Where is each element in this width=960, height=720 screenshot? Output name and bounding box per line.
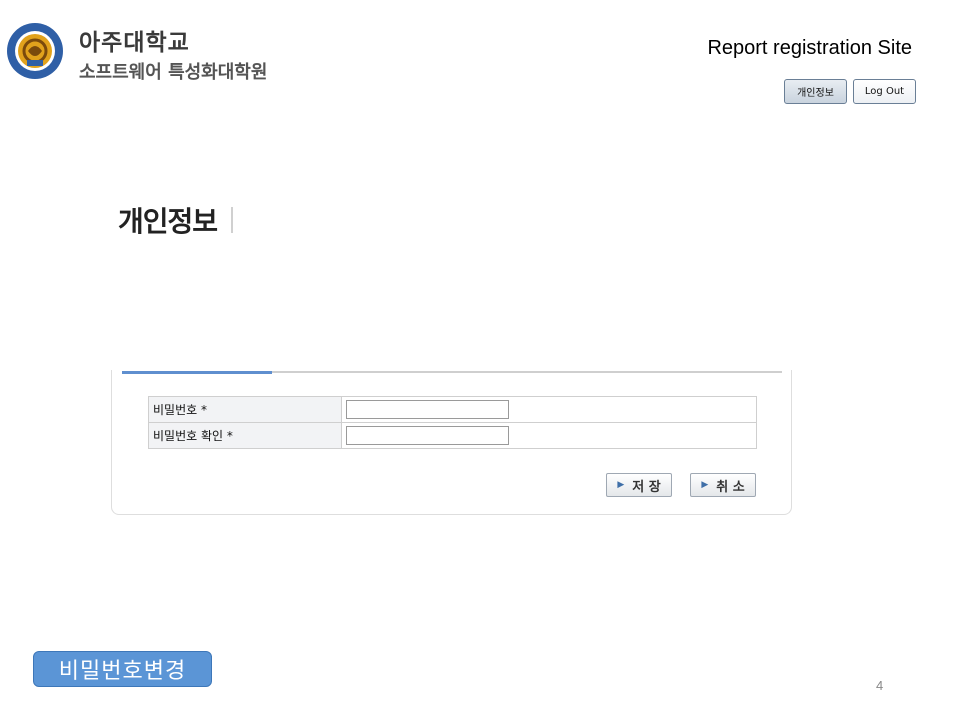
department-name: 소프트웨어 특성화대학원	[79, 62, 268, 83]
password-confirm-label: 비밀번호 확인 *	[148, 422, 342, 449]
page-number: 4	[876, 678, 884, 693]
save-button-label: 저 장	[632, 479, 661, 495]
play-arrow-icon: ▶	[617, 480, 625, 490]
title-divider	[231, 207, 233, 233]
password-confirm-field-cell	[341, 422, 757, 449]
password-input[interactable]	[346, 400, 509, 419]
site-title: Report registration Site	[707, 37, 912, 59]
password-field-cell	[341, 396, 757, 423]
password-form-table: 비밀번호 * 비밀번호 확인 *	[148, 396, 757, 449]
university-name: 아주대학교	[79, 30, 190, 56]
password-label: 비밀번호 *	[148, 396, 342, 423]
page-title: 개인정보	[118, 205, 218, 238]
tab-active-indicator	[122, 371, 272, 374]
profile-button[interactable]: 개인정보	[784, 79, 847, 104]
save-button[interactable]: ▶ 저 장	[606, 473, 672, 497]
table-row: 비밀번호 확인 *	[148, 422, 757, 449]
slide-caption-badge: 비밀번호변경	[33, 651, 212, 687]
cancel-button[interactable]: ▶ 취 소	[690, 473, 756, 497]
table-row: 비밀번호 *	[148, 396, 757, 423]
password-confirm-input[interactable]	[346, 426, 509, 445]
university-emblem-icon	[7, 23, 63, 79]
play-arrow-icon: ▶	[701, 480, 709, 490]
logout-button[interactable]: Log Out	[853, 79, 916, 104]
cancel-button-label: 취 소	[716, 479, 745, 495]
